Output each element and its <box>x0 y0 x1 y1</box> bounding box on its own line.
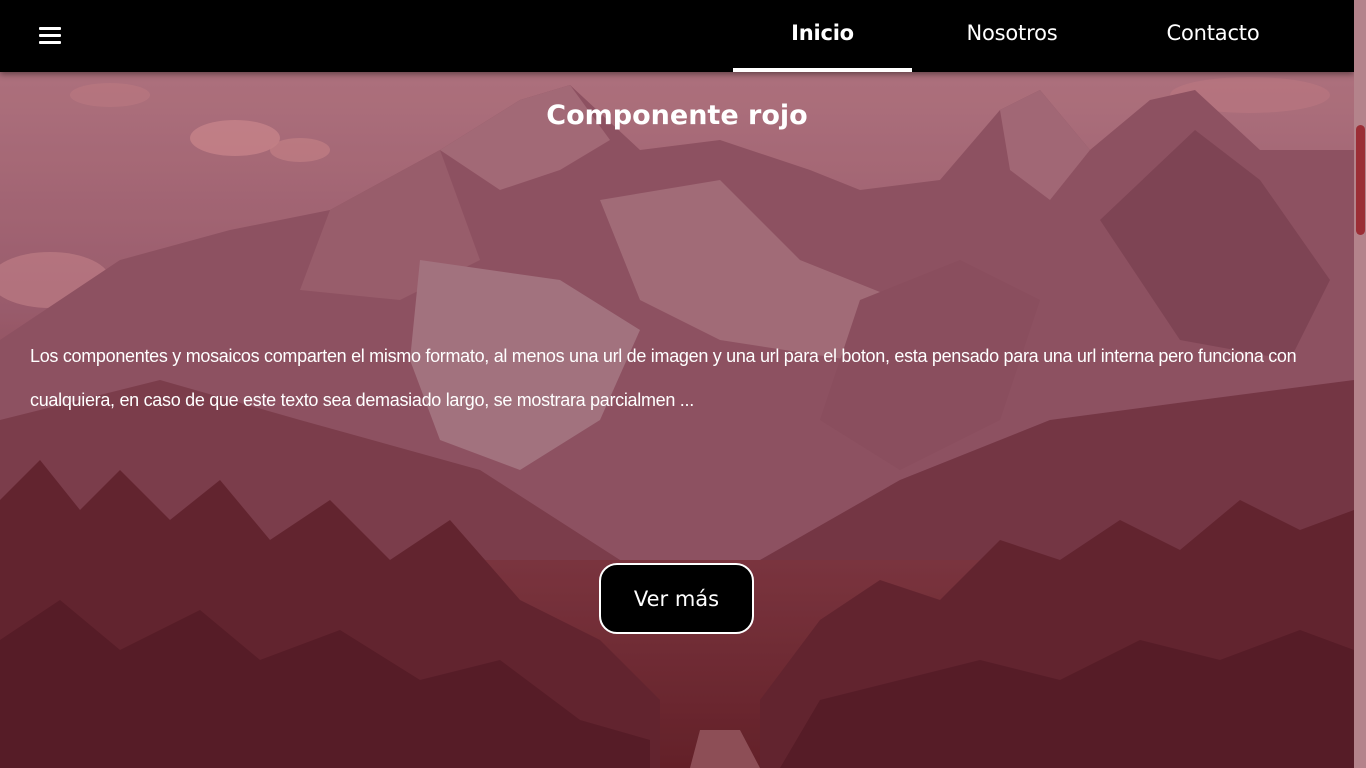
menu-bar <box>39 41 61 44</box>
menu-bar <box>39 27 61 30</box>
page: Inicio Nosotros Contacto Componente rojo… <box>0 0 1366 768</box>
nav-link-nosotros[interactable]: Nosotros <box>922 0 1102 72</box>
hamburger-menu-icon[interactable] <box>38 24 62 46</box>
component-description: Los componentes y mosaicos comparten el … <box>30 346 1297 410</box>
ver-mas-button[interactable]: Ver más <box>599 563 754 634</box>
red-component: Componente rojo Los componentes y mosaic… <box>0 72 1354 768</box>
vertical-scrollbar[interactable] <box>1354 0 1366 768</box>
top-navbar: Inicio Nosotros Contacto <box>0 0 1354 72</box>
scrollbar-thumb[interactable] <box>1356 125 1365 235</box>
menu-bar <box>39 34 61 37</box>
nav-link-contacto[interactable]: Contacto <box>1122 0 1304 72</box>
component-title: Componente rojo <box>546 100 808 131</box>
nav-link-inicio[interactable]: Inicio <box>733 0 912 72</box>
